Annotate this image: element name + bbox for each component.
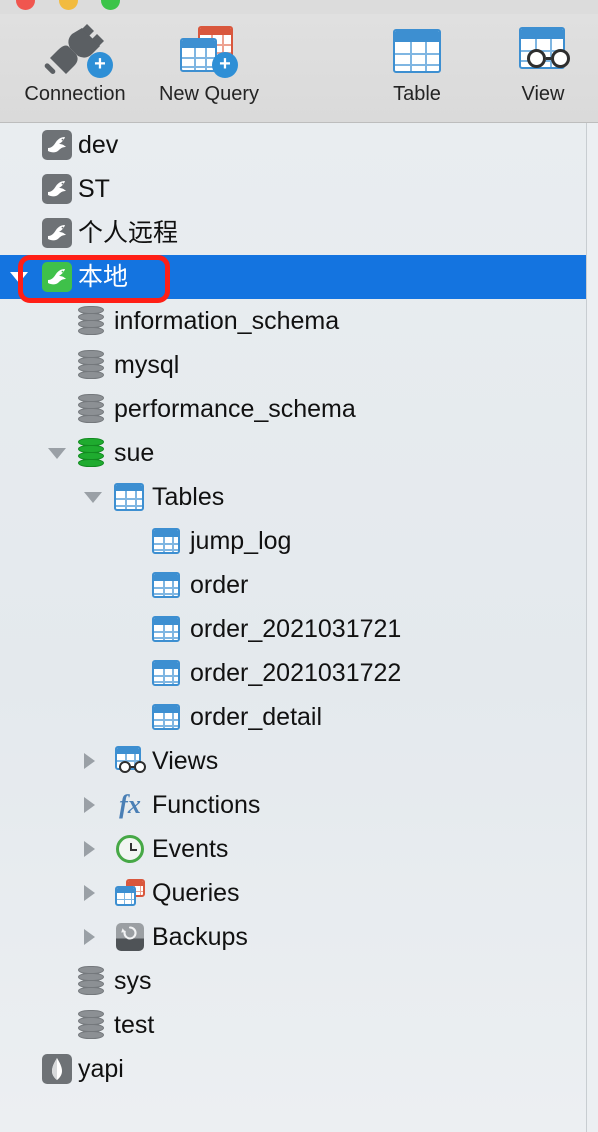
table-icon xyxy=(152,660,180,686)
tree-item-order_2021031721[interactable]: order_2021031721 xyxy=(0,607,586,651)
tree-item-label: 本地 xyxy=(78,263,129,291)
tree-item-order[interactable]: order xyxy=(0,563,586,607)
main-toolbar: + Connection + New Query Table View xyxy=(0,14,598,123)
tree-item-label: 个人远程 xyxy=(78,219,179,247)
tree-item-label: Functions xyxy=(152,791,261,819)
database-icon xyxy=(78,1010,104,1040)
tree-item-label: dev xyxy=(78,131,119,159)
tree-item-yapi[interactable]: yapi xyxy=(0,1047,586,1091)
toolbar-button-connection[interactable]: + Connection xyxy=(9,20,141,118)
tree-item-Views[interactable]: Views xyxy=(0,739,586,783)
views-glasses-icon xyxy=(114,746,146,776)
navicat-window: + Connection + New Query Table View dev … xyxy=(0,0,598,1132)
backups-drive-icon xyxy=(114,922,146,952)
tree-item-ST[interactable]: ST xyxy=(0,167,586,211)
toolbar-button-view[interactable]: View xyxy=(477,20,598,118)
table-icon xyxy=(152,572,180,598)
tree-item-Functions[interactable]: fx Functions xyxy=(0,783,586,827)
tables-folder-icon xyxy=(114,483,144,511)
tree-item-performance_schema[interactable]: performance_schema xyxy=(0,387,586,431)
tree-item-sys[interactable]: sys xyxy=(0,959,586,1003)
tree-item-order_detail[interactable]: order_detail xyxy=(0,695,586,739)
queries-icon xyxy=(114,878,146,908)
toolbar-button-new-query[interactable]: + New Query xyxy=(143,20,275,118)
tree-item-label: performance_schema xyxy=(114,395,356,423)
tree-item-label: sys xyxy=(114,967,152,995)
minimize-window-button[interactable] xyxy=(59,0,78,10)
title-bar xyxy=(0,0,598,14)
database-icon xyxy=(78,438,104,468)
mysql-connection-icon xyxy=(42,174,72,204)
tree-item-Queries[interactable]: Queries xyxy=(0,871,586,915)
tree-item-label: yapi xyxy=(78,1055,124,1083)
chevron-right-icon[interactable] xyxy=(84,885,95,901)
tree-item-test[interactable]: test xyxy=(0,1003,586,1047)
tree-item-label: sue xyxy=(114,439,155,467)
toolbar-label-table: Table xyxy=(393,83,441,105)
tree-item-label: Events xyxy=(152,835,229,863)
chevron-right-icon[interactable] xyxy=(84,841,95,857)
database-icon xyxy=(78,350,104,380)
chevron-right-icon[interactable] xyxy=(84,929,95,945)
maximize-window-button[interactable] xyxy=(101,0,120,10)
mysql-connection-icon xyxy=(42,262,72,292)
toolbar-label-new-query: New Query xyxy=(158,83,260,105)
chevron-right-icon[interactable] xyxy=(84,797,95,813)
tree-item-Events[interactable]: Events xyxy=(0,827,586,871)
tree-item-label: Views xyxy=(152,747,219,775)
events-clock-icon xyxy=(114,834,146,864)
connection-tree[interactable]: dev ST 个人远程本地 information_schemamysql perfor… xyxy=(0,123,586,1132)
table-icon xyxy=(152,704,180,730)
tree-item-个人远程[interactable]: 个人远程 xyxy=(0,211,586,255)
tree-item-label: Queries xyxy=(152,879,240,907)
tree-item-order_2021031722[interactable]: order_2021031722 xyxy=(0,651,586,695)
database-icon xyxy=(78,966,104,996)
mongodb-connection-icon xyxy=(42,1054,72,1084)
chevron-right-icon[interactable] xyxy=(84,753,95,769)
tree-item-label: order_2021031722 xyxy=(190,659,402,687)
tree-item-label: ST xyxy=(78,175,110,203)
tree-item-information_schema[interactable]: information_schema xyxy=(0,299,586,343)
functions-fx-icon: fx xyxy=(119,790,141,819)
connection-plug-add-icon: + xyxy=(39,20,113,82)
view-glasses-icon xyxy=(507,20,579,82)
close-window-button[interactable] xyxy=(16,0,35,10)
table-icon xyxy=(381,20,453,82)
mysql-connection-icon xyxy=(42,218,72,248)
toolbar-label-connection: Connection xyxy=(24,83,126,105)
tree-item-label: Backups xyxy=(152,923,248,951)
tree-item-label: jump_log xyxy=(190,527,292,555)
database-icon xyxy=(78,306,104,336)
chevron-down-icon[interactable] xyxy=(84,491,102,503)
tree-item-label: order_2021031721 xyxy=(190,615,402,643)
table-icon xyxy=(152,616,180,642)
chevron-down-icon[interactable] xyxy=(10,271,28,283)
new-query-add-icon: + xyxy=(173,20,245,82)
tree-item-Tables[interactable]: Tables xyxy=(0,475,586,519)
tree-item-jump_log[interactable]: jump_log xyxy=(0,519,586,563)
plus-badge-icon: + xyxy=(212,52,238,78)
tree-item-Backups[interactable]: Backups xyxy=(0,915,586,959)
toolbar-button-table[interactable]: Table xyxy=(351,20,483,118)
tree-item-dev[interactable]: dev xyxy=(0,123,586,167)
database-icon xyxy=(78,394,104,424)
tree-item-sue[interactable]: sue xyxy=(0,431,586,475)
tree-item-label: Tables xyxy=(152,483,225,511)
tree-item-mysql[interactable]: mysql xyxy=(0,343,586,387)
chevron-down-icon[interactable] xyxy=(48,447,66,459)
tree-item-label: test xyxy=(114,1011,155,1039)
toolbar-label-view: View xyxy=(521,83,565,105)
table-icon xyxy=(152,528,180,554)
tree-item-本地[interactable]: 本地 xyxy=(0,255,586,299)
tree-item-label: order_detail xyxy=(190,703,323,731)
plus-badge-icon: + xyxy=(87,52,113,78)
mysql-connection-icon xyxy=(42,130,72,160)
tree-item-label: order xyxy=(190,571,249,599)
tree-item-label: mysql xyxy=(114,351,180,379)
tree-item-label: information_schema xyxy=(114,307,340,335)
tree-panel-divider xyxy=(586,123,598,1132)
